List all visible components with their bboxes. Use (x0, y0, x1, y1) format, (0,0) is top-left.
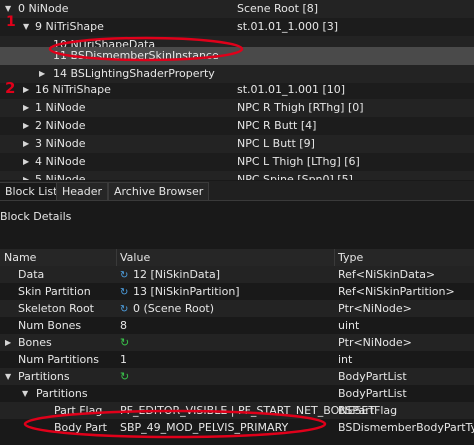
property-name: Num Partitions (18, 353, 99, 366)
property-row[interactable]: ▼ Partitions BodyPartList (0, 385, 474, 402)
property-name: Skeleton Root (18, 302, 94, 315)
collapse-arrow-icon[interactable]: ▼ (22, 385, 28, 402)
property-type: Ref<NiSkinData> (338, 268, 436, 281)
link-icon[interactable]: ↻ (120, 301, 130, 318)
property-row[interactable]: Skin Partition ↻ 13 [NiSkinPartition] Ref… (0, 283, 474, 300)
property-value[interactable]: PF_EDITOR_VISIBLE | PF_START_NET_BONESET (120, 402, 375, 419)
property-type: BSDismemberBodyPartType (338, 421, 474, 434)
property-value[interactable]: 8 (120, 317, 127, 334)
column-header-value[interactable]: Value (116, 249, 335, 266)
property-name: Data (18, 268, 45, 281)
collapse-arrow-icon[interactable]: ▼ (5, 368, 11, 385)
tab-archive-browser[interactable]: Archive Browser (108, 182, 210, 200)
property-type: BSPartFlag (338, 404, 398, 417)
property-value: 12 [NiSkinData] (133, 268, 221, 281)
property-row[interactable]: Body Part SBP_49_MOD_PELVIS_PRIMARY BSDi… (0, 419, 474, 436)
array-update-icon[interactable]: ↻ (120, 368, 132, 385)
annotation-number-2: 2 (5, 79, 16, 97)
tab-bar: Block List Header Archive Browser (0, 181, 474, 201)
property-row[interactable]: Num Partitions 1 int (0, 351, 474, 368)
property-value: 13 [NiSkinPartition] (133, 285, 240, 298)
property-name: Num Bones (18, 319, 82, 332)
property-row[interactable]: Skeleton Root ↻ 0 (Scene Root) Ptr<NiNode… (0, 300, 474, 317)
array-update-icon[interactable]: ↻ (120, 334, 132, 351)
property-type: Ref<NiSkinPartition> (338, 285, 455, 298)
link-icon[interactable]: ↻ (120, 284, 130, 301)
block-details-title: Block Details (0, 210, 72, 223)
details-grid-header: Name Value Type (0, 249, 474, 267)
property-name: Skin Partition (18, 285, 91, 298)
property-name: Partitions (18, 370, 70, 383)
property-row[interactable]: ▶ Bones ↻ Ptr<NiNode> (0, 334, 474, 351)
link-icon[interactable]: ↻ (120, 267, 130, 284)
property-type: int (338, 353, 353, 366)
column-header-type[interactable]: Type (334, 249, 474, 266)
tab-header[interactable]: Header (56, 182, 109, 200)
expand-arrow-icon[interactable]: ▶ (5, 334, 11, 351)
tab-block-list[interactable]: Block List (0, 182, 64, 200)
property-name: Bones (18, 336, 52, 349)
property-value[interactable]: 1 (120, 351, 127, 368)
annotation-number-1: 1 (6, 14, 16, 30)
column-header-name[interactable]: Name (0, 249, 117, 266)
property-row[interactable]: Part Flag PF_EDITOR_VISIBLE | PF_START_N… (0, 402, 474, 419)
property-type: Ptr<NiNode> (338, 302, 412, 315)
property-row[interactable]: ▼ Partitions ↻ BodyPartList (0, 368, 474, 385)
property-type: Ptr<NiNode> (338, 336, 412, 349)
annotation-ellipse-1 (48, 36, 244, 62)
property-type: uint (338, 319, 360, 332)
property-type: BodyPartList (338, 387, 407, 400)
property-name: Part Flag (54, 404, 103, 417)
property-name: Body Part (54, 421, 107, 434)
property-value: 0 (Scene Root) (133, 302, 215, 315)
property-row[interactable]: Num Bones 8 uint (0, 317, 474, 334)
property-name: Partitions (36, 387, 88, 400)
property-row[interactable]: Data ↻ 12 [NiSkinData] Ref<NiSkinData> (0, 266, 474, 283)
property-type: BodyPartList (338, 370, 407, 383)
property-value[interactable]: SBP_49_MOD_PELVIS_PRIMARY (120, 419, 288, 436)
block-tree[interactable]: ▼ 0 NiNode Scene Root [8] ▼ 9 NiTriShape… (0, 0, 474, 180)
